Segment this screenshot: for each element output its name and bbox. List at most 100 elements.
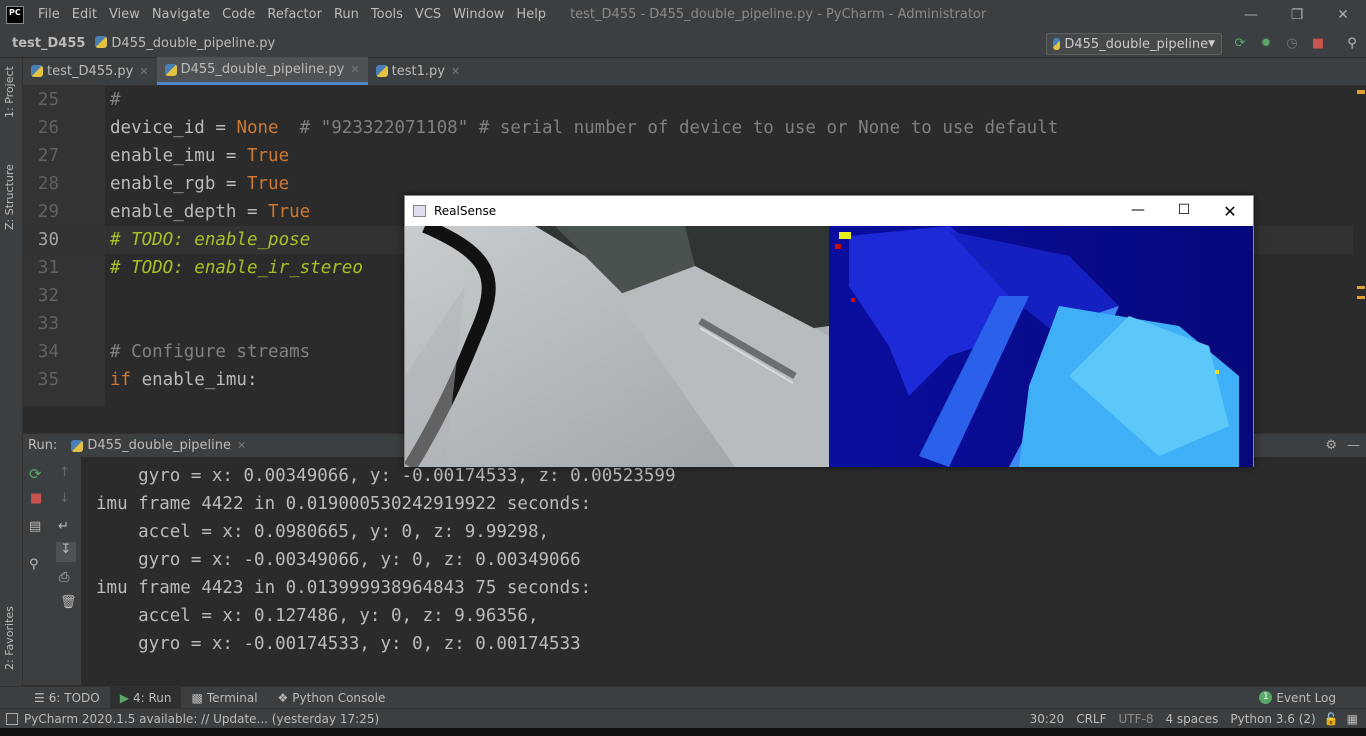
terminal-tab-label: Terminal xyxy=(206,690,258,705)
python-file-icon xyxy=(164,63,177,76)
layout-icon[interactable]: ▤ xyxy=(29,519,41,534)
console-line: gyro = x: -0.00349066, y: 0, z: 0.003490… xyxy=(96,550,581,570)
tab-test-d455[interactable]: test_D455.py ✕ xyxy=(23,57,157,85)
event-log-tool-tab[interactable]: 1 Event Log xyxy=(1249,687,1346,709)
todo-icon: ☰ xyxy=(34,690,45,705)
minimize-button[interactable]: — xyxy=(1228,0,1274,29)
down-arrow-icon[interactable]: ↓ xyxy=(59,491,70,506)
search-icon[interactable]: ⚲ xyxy=(1344,35,1360,51)
pin-icon[interactable]: ⚲ xyxy=(29,557,39,572)
close-window-button[interactable]: ✕ xyxy=(1207,202,1253,221)
structure-tool-tab[interactable]: Z: Structure xyxy=(3,164,16,230)
left-tool-strip: 1: Project Z: Structure 2: Favorites xyxy=(0,58,23,708)
menu-tools[interactable]: Tools xyxy=(365,0,409,29)
menu-window[interactable]: Window xyxy=(447,0,510,29)
realsense-window[interactable]: RealSense — ☐ ✕ xyxy=(404,195,1254,467)
debug-icon[interactable]: ✹ xyxy=(1258,35,1274,51)
close-icon[interactable]: ✕ xyxy=(451,65,460,78)
memory-icon[interactable]: ▦ xyxy=(1347,712,1358,726)
coverage-icon[interactable]: ◷ xyxy=(1284,35,1300,51)
tab-test1[interactable]: test1.py ✕ xyxy=(368,57,469,85)
pycharm-logo-icon: PC xyxy=(6,5,24,24)
restore-button[interactable]: ❐ xyxy=(1274,0,1320,29)
tab-d455-double-pipeline[interactable]: D455_double_pipeline.py ✕ xyxy=(156,57,368,85)
todo-comment: # TODO: enable_pose xyxy=(110,230,311,250)
hide-panel-icon[interactable]: — xyxy=(1347,438,1360,453)
status-message[interactable]: PyCharm 2020.1.5 available: // Update...… xyxy=(24,712,379,726)
menu-view[interactable]: View xyxy=(103,0,146,29)
code-text: device_id = None # "923322071108" # seri… xyxy=(110,114,1058,142)
minimize-button[interactable]: — xyxy=(1115,202,1161,221)
line-separator[interactable]: CRLF xyxy=(1076,712,1106,726)
line-number: 33 xyxy=(37,314,59,334)
editor-scrollbar[interactable] xyxy=(1356,86,1366,406)
close-icon[interactable]: ✕ xyxy=(237,439,246,452)
trash-icon[interactable]: 🗑 xyxy=(60,595,77,610)
editor-tabs: test_D455.py ✕ D455_double_pipeline.py ✕ t… xyxy=(23,57,1366,86)
menu-refactor[interactable]: Refactor xyxy=(261,0,328,29)
rerun-icon[interactable]: ⟳ xyxy=(1232,35,1248,51)
line-number: 26 xyxy=(37,118,59,138)
tab-label: D455_double_pipeline.py xyxy=(180,62,345,77)
line-number: 32 xyxy=(37,286,59,306)
line-number: 30 xyxy=(37,230,59,250)
run-tool-tab[interactable]: ▶ 4: Run xyxy=(109,686,182,709)
python-interpreter[interactable]: Python 3.6 (2) xyxy=(1230,712,1315,726)
rgb-frame xyxy=(405,226,829,467)
close-icon[interactable]: ✕ xyxy=(139,65,148,78)
line-number: 31 xyxy=(37,258,59,278)
todo-tool-tab[interactable]: ☰ 6: TODO xyxy=(24,687,110,709)
code-text: if enable_imu: xyxy=(110,366,258,394)
python-console-tool-tab[interactable]: ❖ Python Console xyxy=(268,687,396,709)
menu-navigate[interactable]: Navigate xyxy=(146,0,216,29)
project-tool-tab[interactable]: 1: Project xyxy=(3,66,16,118)
menu-help[interactable]: Help xyxy=(510,0,552,29)
python-file-icon xyxy=(31,65,43,77)
code-text: enable_rgb = True xyxy=(110,170,289,198)
menu-edit[interactable]: Edit xyxy=(66,0,103,29)
python-console-tab-label: Python Console xyxy=(292,690,386,705)
keyword-token: True xyxy=(246,146,290,166)
rerun-icon[interactable]: ⟳ xyxy=(29,465,42,483)
run-console-output[interactable]: gyro = x: 0.00349066, y: -0.00174533, z:… xyxy=(81,457,1366,685)
scroll-to-end-icon[interactable]: ↧ xyxy=(56,542,76,562)
cursor-position[interactable]: 30:20 xyxy=(1030,712,1065,726)
layout-toggle-icon[interactable] xyxy=(6,712,18,725)
up-arrow-icon[interactable]: ↑ xyxy=(59,465,70,480)
keyword-token: None xyxy=(236,118,279,138)
favorites-tool-tab[interactable]: 2: Favorites xyxy=(3,606,16,670)
stop-icon[interactable]: ■ xyxy=(30,491,42,506)
code-line: 26 device_id = None # "923322071108" # se… xyxy=(23,114,1353,142)
comment-token: # Configure streams xyxy=(110,342,311,362)
menu-bar: File Edit View Navigate Code Refactor Ru… xyxy=(32,0,552,29)
stop-icon[interactable]: ■ xyxy=(1310,35,1326,51)
print-icon[interactable]: ⎙ xyxy=(59,570,69,585)
terminal-tool-tab[interactable]: ▩ Terminal xyxy=(181,687,267,709)
lock-icon[interactable]: 🔓 xyxy=(1324,712,1339,726)
menu-run[interactable]: Run xyxy=(328,0,365,29)
indent-setting[interactable]: 4 spaces xyxy=(1165,712,1218,726)
close-icon[interactable]: ✕ xyxy=(350,63,359,76)
console-line: accel = x: 0.0980665, y: 0, z: 9.99298, xyxy=(96,522,550,542)
file-encoding[interactable]: UTF-8 xyxy=(1119,712,1154,726)
gear-icon[interactable]: ⚙ xyxy=(1325,438,1337,453)
python-file-icon xyxy=(375,65,388,77)
soft-wrap-icon[interactable]: ↵ xyxy=(58,519,69,534)
comment-token: # "923322071108" # serial number of devi… xyxy=(278,118,1059,138)
camera-frames-graphic xyxy=(405,226,1253,467)
run-toolbar-vertical: ⟳ ↑ ■ ↓ ▤ ↵ ↧ ⚲ ⎙ 🗑 xyxy=(23,457,81,685)
breadcrumb-project[interactable]: test_D455 xyxy=(0,36,85,51)
breadcrumb-file[interactable]: D455_double_pipeline.py xyxy=(95,35,275,51)
chevron-down-icon: ▼ xyxy=(1208,39,1215,49)
run-config-tab[interactable]: D455_double_pipeline ✕ xyxy=(71,438,246,453)
maximize-button[interactable]: ☐ xyxy=(1161,202,1207,221)
camera-frames xyxy=(405,226,1253,467)
close-window-button[interactable]: ✕ xyxy=(1320,0,1366,29)
code-token: enable_depth = xyxy=(110,202,269,222)
run-configuration-select[interactable]: D455_double_pipeline ▼ xyxy=(1046,33,1222,55)
menu-vcs[interactable]: VCS xyxy=(409,0,447,29)
console-line: gyro = x: -0.00174533, y: 0, z: 0.001745… xyxy=(96,634,581,654)
menu-file[interactable]: File xyxy=(32,0,66,29)
code-token: enable_imu = xyxy=(110,146,247,166)
menu-code[interactable]: Code xyxy=(216,0,261,29)
